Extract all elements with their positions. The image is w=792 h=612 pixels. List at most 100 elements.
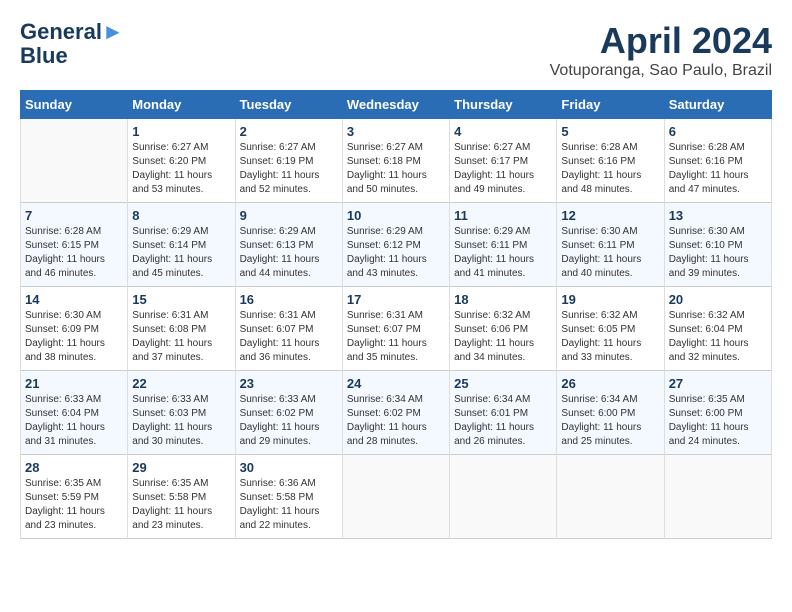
calendar-cell [342,455,449,539]
calendar-cell: 18 Sunrise: 6:32 AMSunset: 6:06 PMDayligh… [450,287,557,371]
calendar-cell: 19 Sunrise: 6:32 AMSunset: 6:05 PMDayligh… [557,287,664,371]
calendar-cell: 8 Sunrise: 6:29 AMSunset: 6:14 PMDaylight… [128,203,235,287]
calendar-table: SundayMondayTuesdayWednesdayThursdayFrid… [20,90,772,539]
calendar-cell: 6Sunrise: 6:28 AMSunset: 6:16 PMDaylight… [664,119,771,203]
calendar-cell: 13Sunrise: 6:30 AMSunset: 6:10 PMDayligh… [664,203,771,287]
day-info: Sunrise: 6:29 AMSunset: 6:12 PMDaylight:… [347,225,445,281]
day-number: 30 [240,460,338,475]
day-number: 18 [454,292,552,307]
day-number: 5 [561,124,659,139]
calendar-cell: 15 Sunrise: 6:31 AMSunset: 6:08 PMDayligh… [128,287,235,371]
day-info: Sunrise: 6:33 AMSunset: 6:04 PMDaylight:… [25,393,123,449]
day-number: 2 [240,124,338,139]
title-block: April 2024 Votuporanga, Sao Paulo, Brazi… [550,20,772,80]
calendar-week-row: 28 Sunrise: 6:35 AMSunset: 5:59 PMDayligh… [21,455,772,539]
calendar-week-row: 14 Sunrise: 6:30 AMSunset: 6:09 PMDayligh… [21,287,772,371]
day-info: Sunrise: 6:35 AMSunset: 6:00 PMDaylight:… [669,393,767,449]
calendar-cell: 2 Sunrise: 6:27 AMSunset: 6:19 PMDaylight… [235,119,342,203]
calendar-cell: 28 Sunrise: 6:35 AMSunset: 5:59 PMDayligh… [21,455,128,539]
calendar-cell: 22 Sunrise: 6:33 AMSunset: 6:03 PMDayligh… [128,371,235,455]
day-number: 9 [240,208,338,223]
calendar-cell: 30 Sunrise: 6:36 AMSunset: 5:58 PMDayligh… [235,455,342,539]
calendar-cell: 17Sunrise: 6:31 AMSunset: 6:07 PMDayligh… [342,287,449,371]
day-info: Sunrise: 6:34 AMSunset: 6:02 PMDaylight:… [347,393,445,449]
day-info: Sunrise: 6:33 AMSunset: 6:03 PMDaylight:… [132,393,230,449]
calendar-cell: 23Sunrise: 6:33 AMSunset: 6:02 PMDayligh… [235,371,342,455]
day-info: Sunrise: 6:29 AMSunset: 6:11 PMDaylight:… [454,225,552,281]
day-info: Sunrise: 6:32 AMSunset: 6:04 PMDaylight:… [669,309,767,365]
day-number: 17 [347,292,445,307]
calendar-week-row: 7Sunrise: 6:28 AMSunset: 6:15 PMDaylight… [21,203,772,287]
day-info: Sunrise: 6:35 AMSunset: 5:59 PMDaylight:… [25,477,123,533]
day-number: 19 [561,292,659,307]
day-info: Sunrise: 6:34 AMSunset: 6:01 PMDaylight:… [454,393,552,449]
calendar-week-row: 21 Sunrise: 6:33 AMSunset: 6:04 PMDayligh… [21,371,772,455]
day-info: Sunrise: 6:36 AMSunset: 5:58 PMDaylight:… [240,477,338,533]
day-number: 27 [669,376,767,391]
header-day-monday: Monday [128,91,235,119]
day-info: Sunrise: 6:28 AMSunset: 6:16 PMDaylight:… [561,141,659,197]
calendar-cell: 7Sunrise: 6:28 AMSunset: 6:15 PMDaylight… [21,203,128,287]
day-number: 26 [561,376,659,391]
calendar-cell: 4 Sunrise: 6:27 AMSunset: 6:17 PMDaylight… [450,119,557,203]
day-number: 20 [669,292,767,307]
day-number: 28 [25,460,123,475]
logo-text: General►Blue [20,20,124,68]
day-info: Sunrise: 6:27 AMSunset: 6:17 PMDaylight:… [454,141,552,197]
day-info: Sunrise: 6:32 AMSunset: 6:05 PMDaylight:… [561,309,659,365]
calendar-cell: 9 Sunrise: 6:29 AMSunset: 6:13 PMDaylight… [235,203,342,287]
calendar-cell: 14 Sunrise: 6:30 AMSunset: 6:09 PMDayligh… [21,287,128,371]
calendar-cell: 3 Sunrise: 6:27 AMSunset: 6:18 PMDaylight… [342,119,449,203]
calendar-cell: 1Sunrise: 6:27 AMSunset: 6:20 PMDaylight… [128,119,235,203]
day-number: 29 [132,460,230,475]
month-title: April 2024 [550,20,772,62]
calendar-cell: 29 Sunrise: 6:35 AMSunset: 5:58 PMDayligh… [128,455,235,539]
logo: General►Blue [20,20,124,68]
day-info: Sunrise: 6:35 AMSunset: 5:58 PMDaylight:… [132,477,230,533]
day-info: Sunrise: 6:30 AMSunset: 6:10 PMDaylight:… [669,225,767,281]
header-day-sunday: Sunday [21,91,128,119]
calendar-cell: 24 Sunrise: 6:34 AMSunset: 6:02 PMDayligh… [342,371,449,455]
day-number: 21 [25,376,123,391]
calendar-cell: 26 Sunrise: 6:34 AMSunset: 6:00 PMDayligh… [557,371,664,455]
day-info: Sunrise: 6:31 AMSunset: 6:08 PMDaylight:… [132,309,230,365]
day-info: Sunrise: 6:34 AMSunset: 6:00 PMDaylight:… [561,393,659,449]
page-header: General►Blue April 2024 Votuporanga, Sao… [20,20,772,80]
calendar-cell: 20 Sunrise: 6:32 AMSunset: 6:04 PMDayligh… [664,287,771,371]
day-number: 12 [561,208,659,223]
day-number: 11 [454,208,552,223]
day-number: 4 [454,124,552,139]
calendar-cell: 10Sunrise: 6:29 AMSunset: 6:12 PMDayligh… [342,203,449,287]
day-number: 16 [240,292,338,307]
calendar-cell: 12Sunrise: 6:30 AMSunset: 6:11 PMDayligh… [557,203,664,287]
calendar-cell: 21 Sunrise: 6:33 AMSunset: 6:04 PMDayligh… [21,371,128,455]
calendar-header-row: SundayMondayTuesdayWednesdayThursdayFrid… [21,91,772,119]
day-info: Sunrise: 6:27 AMSunset: 6:18 PMDaylight:… [347,141,445,197]
calendar-cell: 11 Sunrise: 6:29 AMSunset: 6:11 PMDayligh… [450,203,557,287]
header-day-wednesday: Wednesday [342,91,449,119]
day-info: Sunrise: 6:31 AMSunset: 6:07 PMDaylight:… [240,309,338,365]
location: Votuporanga, Sao Paulo, Brazil [550,62,772,80]
day-info: Sunrise: 6:30 AMSunset: 6:09 PMDaylight:… [25,309,123,365]
header-day-tuesday: Tuesday [235,91,342,119]
day-info: Sunrise: 6:32 AMSunset: 6:06 PMDaylight:… [454,309,552,365]
day-number: 15 [132,292,230,307]
calendar-cell [557,455,664,539]
day-info: Sunrise: 6:29 AMSunset: 6:14 PMDaylight:… [132,225,230,281]
day-info: Sunrise: 6:27 AMSunset: 6:20 PMDaylight:… [132,141,230,197]
calendar-cell [664,455,771,539]
day-number: 3 [347,124,445,139]
calendar-cell [450,455,557,539]
day-number: 24 [347,376,445,391]
day-info: Sunrise: 6:28 AMSunset: 6:16 PMDaylight:… [669,141,767,197]
calendar-cell: 25 Sunrise: 6:34 AMSunset: 6:01 PMDayligh… [450,371,557,455]
calendar-cell: 16 Sunrise: 6:31 AMSunset: 6:07 PMDayligh… [235,287,342,371]
day-info: Sunrise: 6:29 AMSunset: 6:13 PMDaylight:… [240,225,338,281]
day-number: 14 [25,292,123,307]
day-info: Sunrise: 6:27 AMSunset: 6:19 PMDaylight:… [240,141,338,197]
day-number: 25 [454,376,552,391]
day-number: 8 [132,208,230,223]
header-day-friday: Friday [557,91,664,119]
day-number: 22 [132,376,230,391]
day-info: Sunrise: 6:28 AMSunset: 6:15 PMDaylight:… [25,225,123,281]
